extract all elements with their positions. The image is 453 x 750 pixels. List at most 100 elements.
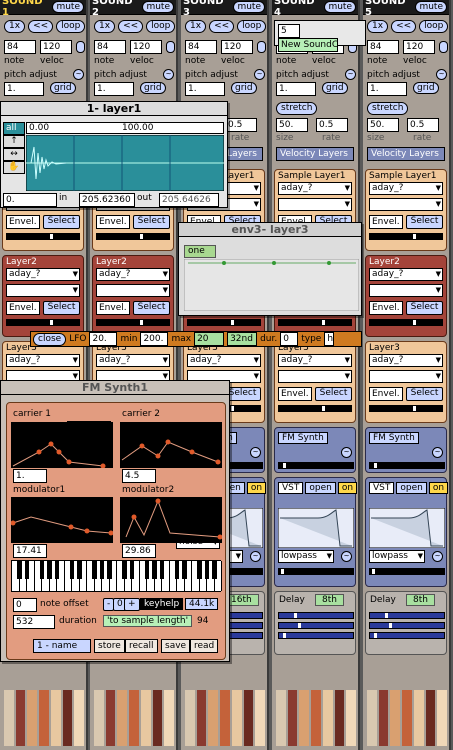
- filter-type-select[interactable]: lowpass: [369, 550, 425, 563]
- velocity-toggle[interactable]: [439, 41, 448, 53]
- loop-button[interactable]: loop: [146, 20, 176, 33]
- rate-1x-button[interactable]: 1x: [94, 20, 116, 33]
- piano-black-key[interactable]: [17, 561, 22, 579]
- modulator1-envelope[interactable]: [11, 497, 113, 543]
- select-button[interactable]: Select: [405, 215, 444, 229]
- read-button[interactable]: read: [190, 639, 219, 653]
- pitch-field[interactable]: 1.: [4, 82, 44, 96]
- velocity-field[interactable]: 120: [130, 40, 162, 54]
- piano-black-key[interactable]: [69, 561, 75, 579]
- note-field[interactable]: 84: [185, 40, 217, 54]
- size-field[interactable]: 50.: [367, 118, 399, 132]
- velocity-field[interactable]: 120: [221, 40, 253, 54]
- volume-slider[interactable]: [369, 233, 443, 240]
- volume-slider[interactable]: [187, 319, 261, 326]
- arrow-tool-icon[interactable]: ↑: [3, 135, 25, 148]
- dur-field[interactable]: 0: [280, 332, 299, 346]
- grid-button[interactable]: grid: [50, 82, 76, 94]
- sound-title[interactable]: SOUND 2: [92, 0, 142, 18]
- delay-time-field[interactable]: 8th: [406, 594, 435, 606]
- mute-button[interactable]: mute: [324, 1, 356, 13]
- rate-field[interactable]: 0.5: [316, 118, 348, 132]
- note-field[interactable]: 84: [94, 40, 126, 54]
- volume-slider[interactable]: [369, 319, 443, 326]
- carrier1-value[interactable]: 1.: [13, 469, 47, 483]
- filter-settings-icon[interactable]: ~: [250, 551, 261, 562]
- mute-button[interactable]: mute: [233, 1, 265, 13]
- piano-black-key[interactable]: [129, 561, 135, 579]
- modulator1-value[interactable]: 17.41: [13, 544, 47, 558]
- volume-slider[interactable]: [96, 233, 170, 240]
- stretch-button[interactable]: stretch: [367, 102, 409, 115]
- max-field[interactable]: 20: [194, 332, 225, 346]
- layer2-select[interactable]: aday_?: [369, 268, 443, 281]
- division-field[interactable]: 32nd: [227, 332, 258, 346]
- select-button[interactable]: Select: [405, 301, 444, 315]
- type-field[interactable]: he: [324, 332, 335, 346]
- delay-slider-2[interactable]: [278, 622, 354, 629]
- layer3-select[interactable]: aday_?: [278, 354, 352, 367]
- select-button[interactable]: Select: [405, 387, 444, 401]
- carrier2-envelope[interactable]: [120, 422, 222, 468]
- piano-black-key[interactable]: [144, 561, 150, 579]
- piano-black-key[interactable]: [54, 561, 60, 579]
- layer2-select-2[interactable]: [96, 284, 170, 297]
- fm-synth-settings-icon[interactable]: ~: [432, 447, 443, 458]
- filter-settings-icon[interactable]: ~: [432, 551, 443, 562]
- velocity-field[interactable]: 120: [40, 40, 72, 54]
- fm-synth-settings-icon[interactable]: ~: [250, 447, 261, 458]
- filter-graph[interactable]: [278, 508, 354, 548]
- layer2-select-2[interactable]: [6, 284, 80, 297]
- volume-slider[interactable]: [96, 319, 170, 326]
- mute-button[interactable]: mute: [52, 1, 84, 13]
- sound-title[interactable]: SOUND 3: [183, 0, 233, 18]
- grid-button[interactable]: grid: [140, 82, 166, 94]
- volume-slider[interactable]: [278, 405, 352, 412]
- envelope-button[interactable]: Envel.: [278, 387, 312, 401]
- layer2-select[interactable]: aday_?: [96, 268, 170, 281]
- waveform-display[interactable]: [26, 135, 224, 191]
- sound-title[interactable]: SOUND 4: [274, 0, 324, 18]
- keyhelp-button[interactable]: keyhelp: [140, 598, 184, 610]
- piano-black-key[interactable]: [159, 561, 165, 579]
- piano-black-key[interactable]: [212, 561, 217, 579]
- velocity-toggle[interactable]: [257, 41, 266, 53]
- vst-on-button[interactable]: on: [428, 482, 449, 494]
- grid-button[interactable]: grid: [231, 82, 257, 94]
- vst-open-button[interactable]: open: [305, 482, 336, 494]
- delay-slider-1[interactable]: [369, 612, 445, 619]
- rewind-button[interactable]: <<: [391, 20, 417, 33]
- piano-black-key[interactable]: [182, 561, 187, 579]
- layer3-select-2[interactable]: [278, 370, 352, 383]
- envelope-button[interactable]: Envel.: [369, 215, 403, 229]
- stretch-button[interactable]: stretch: [276, 102, 318, 115]
- sample-layer1-select-2[interactable]: [369, 198, 443, 211]
- layer2-select-2[interactable]: [369, 284, 443, 297]
- pitch-adjust-menu-icon[interactable]: ~: [163, 69, 174, 80]
- note-offset-field[interactable]: 0: [13, 598, 37, 612]
- volume-slider[interactable]: [369, 405, 443, 412]
- filter-settings-icon[interactable]: ~: [341, 551, 352, 562]
- sound-title[interactable]: SOUND 1: [2, 0, 52, 18]
- sample-layer1-select[interactable]: aday_?: [278, 182, 352, 195]
- sample-layer1-select-2[interactable]: [278, 198, 352, 211]
- volume-slider[interactable]: [278, 319, 352, 326]
- velocity-toggle[interactable]: [76, 41, 85, 53]
- piano-black-key[interactable]: [39, 561, 45, 579]
- delay-slider-3[interactable]: [369, 632, 445, 639]
- note-field[interactable]: 84: [367, 40, 399, 54]
- select-button[interactable]: Select: [132, 301, 171, 315]
- loop-button[interactable]: loop: [56, 20, 86, 33]
- min-field[interactable]: 200.: [140, 332, 169, 346]
- note-field[interactable]: 84: [4, 40, 36, 54]
- piano-black-key[interactable]: [204, 561, 210, 579]
- rate-1x-button[interactable]: 1x: [367, 20, 389, 33]
- pitch-field[interactable]: 1.: [276, 82, 316, 96]
- delay-slider-2[interactable]: [369, 622, 445, 629]
- fm-synth-button[interactable]: FM Synth: [278, 432, 328, 444]
- velocity-layers-button[interactable]: Velocity Layers: [367, 147, 445, 161]
- layer3-select-2[interactable]: [369, 370, 443, 383]
- fm-synth-slider[interactable]: [369, 462, 445, 469]
- envelope-button[interactable]: Envel.: [369, 301, 403, 315]
- piano-black-key[interactable]: [152, 561, 157, 579]
